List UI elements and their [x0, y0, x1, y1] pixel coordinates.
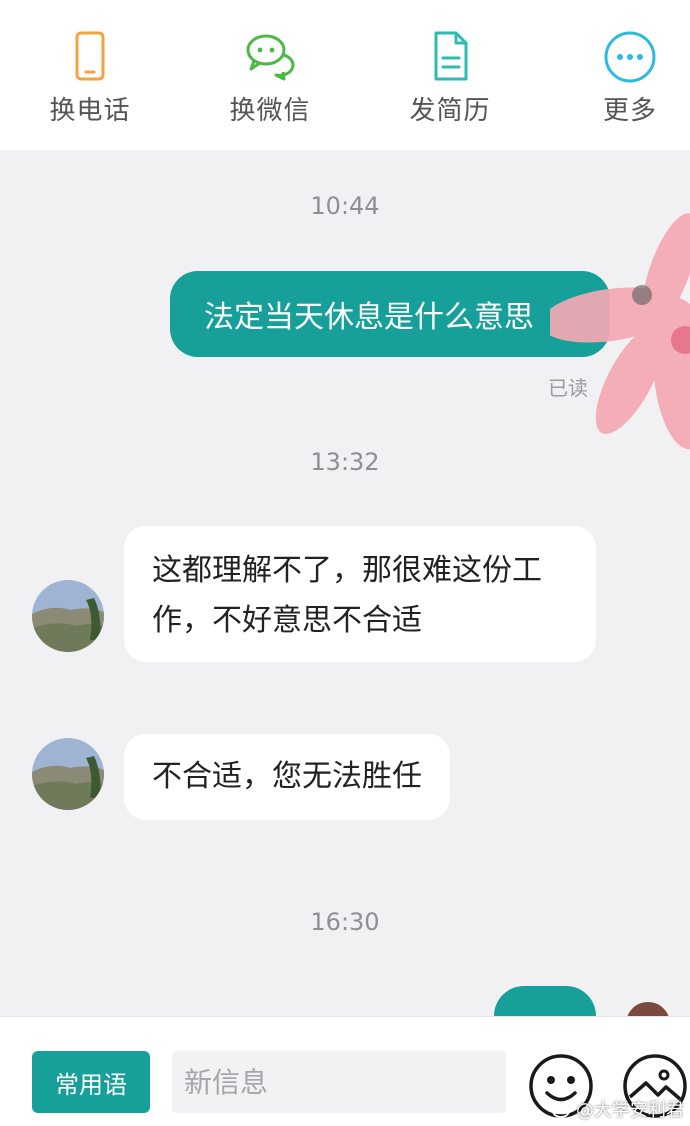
avatar-landscape-icon [32, 580, 104, 652]
action-bar: 换电话 换微信 发简历 更多 [0, 0, 690, 150]
more-icon [604, 31, 656, 83]
exchange-phone-button[interactable]: 换电话 [30, 0, 150, 150]
message-text: 这都理解不了，那很难这份工作，不好意思不合适 [152, 553, 542, 638]
outgoing-message[interactable] [494, 986, 596, 1016]
timestamp: 13:32 [310, 448, 380, 476]
send-resume-button[interactable]: 发简历 [390, 0, 510, 150]
avatar[interactable] [32, 738, 104, 810]
weibo-icon [552, 1101, 571, 1118]
outgoing-message[interactable]: 法定当天休息是什么意思 [170, 271, 610, 357]
more-label: 更多 [602, 96, 657, 126]
message-text: 法定当天休息是什么意思 [204, 300, 534, 335]
exchange-phone-label: 换电话 [49, 96, 131, 126]
more-button[interactable]: 更多 [570, 0, 690, 150]
avatar-landscape-icon [32, 738, 104, 810]
read-status: 已读 [548, 376, 588, 400]
chat-area[interactable]: 10:44 法定当天休息是什么意思 已读 13:32 这都理解不了，那很难这份工… [0, 150, 690, 1016]
timestamp: 16:30 [310, 908, 380, 936]
incoming-message[interactable]: 不合适，您无法胜任 [124, 734, 450, 820]
send-resume-label: 发简历 [409, 96, 491, 126]
watermark: @大学安利君 [552, 1096, 684, 1122]
exchange-wechat-button[interactable]: 换微信 [210, 0, 330, 150]
timestamp: 10:44 [310, 192, 380, 220]
quick-reply-button[interactable]: 常用语 [32, 1051, 150, 1113]
avatar [626, 1002, 670, 1016]
message-text: 不合适，您无法胜任 [152, 759, 422, 794]
avatar[interactable] [32, 580, 104, 652]
exchange-wechat-label: 换微信 [229, 96, 311, 126]
message-input[interactable] [172, 1051, 506, 1113]
resume-icon [434, 31, 468, 81]
watermark-text: @大学安利君 [576, 1100, 684, 1121]
incoming-message[interactable]: 这都理解不了，那很难这份工作，不好意思不合适 [124, 526, 596, 662]
phone-icon [75, 31, 105, 81]
wechat-icon [246, 34, 295, 81]
